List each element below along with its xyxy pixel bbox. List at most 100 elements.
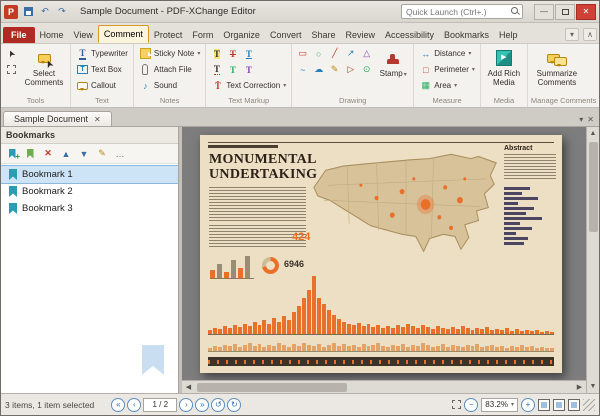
close-document-icon[interactable]: ✕ <box>587 115 594 124</box>
save-icon[interactable] <box>21 5 35 19</box>
vertical-scroll-thumb[interactable] <box>589 142 598 232</box>
distance-button[interactable]: ↔ Distance▾ <box>417 46 477 61</box>
search-icon[interactable] <box>511 7 520 16</box>
tab-view[interactable]: View <box>69 27 98 43</box>
polygon-shape-icon[interactable]: △ <box>359 46 374 61</box>
scroll-left-icon[interactable]: ◀ <box>182 381 195 393</box>
fit-visible-icon[interactable] <box>568 399 580 411</box>
document-tab[interactable]: Sample Document ✕ <box>3 111 112 126</box>
select-comments-button[interactable]: ➤ Select Comments <box>21 46 67 88</box>
first-page-button[interactable]: « <box>111 398 125 412</box>
bookmark-item[interactable]: Bookmark 3 <box>1 200 178 217</box>
tab-home[interactable]: Home <box>35 27 69 43</box>
replace-text-icon[interactable]: T <box>241 62 256 77</box>
snapshot-icon[interactable] <box>4 62 19 77</box>
page-number-field[interactable] <box>143 398 177 412</box>
add-bookmark-icon[interactable]: + <box>4 146 20 162</box>
insert-text-icon[interactable]: T <box>225 62 240 77</box>
edit-bookmark-icon[interactable]: ✎ <box>94 146 110 162</box>
summarize-comments-button[interactable]: Summarize Comments <box>531 46 583 88</box>
zoom-dropdown-icon[interactable]: ▾ <box>511 401 514 408</box>
tab-help[interactable]: Help <box>494 27 523 43</box>
scroll-up-icon[interactable]: ▲ <box>587 127 599 140</box>
vertical-scrollbar[interactable]: ▲ ▼ <box>586 127 599 393</box>
add-rich-media-button[interactable]: ▶ Add Rich Media <box>484 46 524 88</box>
line-shape-icon[interactable]: ╱ <box>327 46 342 61</box>
bookmark-item[interactable]: Bookmark 1 <box>1 166 178 183</box>
fit-page-icon[interactable] <box>538 399 550 411</box>
stamp-button[interactable]: Stamp▾ <box>376 46 410 80</box>
tab-bookmarks[interactable]: Bookmarks <box>439 27 494 43</box>
ribbon-options-icon[interactable]: ▾ <box>565 28 579 41</box>
move-down-icon[interactable]: ▼ <box>76 146 92 162</box>
bookmark-options-icon[interactable]: … <box>112 146 128 162</box>
ellipse-shape-icon[interactable]: ○ <box>311 46 326 61</box>
pan-tool-icon[interactable]: ➤ <box>4 46 19 61</box>
group-label-tools: Tools <box>4 95 67 107</box>
callout-button[interactable]: Callout <box>74 78 130 93</box>
eraser-tool-icon[interactable]: ▷ <box>343 62 358 77</box>
bookmark-item[interactable]: Bookmark 2 <box>1 183 178 200</box>
text-correction-button[interactable]: T̂ Text Correction▾ <box>209 78 288 93</box>
redo-icon[interactable]: ↷ <box>55 5 69 19</box>
text-box-button[interactable]: T Text Box <box>74 62 130 77</box>
fit-width-icon[interactable] <box>553 399 565 411</box>
last-page-button[interactable]: » <box>195 398 209 412</box>
polyline-shape-icon[interactable]: ~ <box>295 62 310 77</box>
tab-protect[interactable]: Protect <box>149 27 188 43</box>
zoom-in-button[interactable]: + <box>521 398 535 412</box>
tab-accessibility[interactable]: Accessibility <box>380 27 439 43</box>
tab-form[interactable]: Form <box>187 27 218 43</box>
sound-button[interactable]: ♪ Sound <box>137 78 202 93</box>
sticky-note-button[interactable]: Sticky Note▾ <box>137 46 202 61</box>
horizontal-scrollbar[interactable]: ◀ ▶ <box>182 380 586 393</box>
pencil-tool-icon[interactable]: ✎ <box>327 62 342 77</box>
area-button[interactable]: ▦ Area▾ <box>417 78 477 93</box>
scroll-down-icon[interactable]: ▼ <box>587 380 599 393</box>
attach-file-button[interactable]: Attach File <box>137 62 202 77</box>
dot-shape-icon[interactable]: ⊙ <box>359 62 374 77</box>
page-paragraph <box>209 187 306 221</box>
highlight-text-icon[interactable]: T <box>209 46 224 61</box>
tab-convert[interactable]: Convert <box>265 27 307 43</box>
maximize-button[interactable] <box>555 4 575 20</box>
minimize-button[interactable]: — <box>534 4 554 20</box>
squiggly-underline-icon[interactable]: T <box>209 62 224 77</box>
delete-bookmark-icon[interactable]: ✕ <box>40 146 56 162</box>
underline-text-icon[interactable]: T <box>241 46 256 61</box>
tab-list-icon[interactable]: ▾ <box>579 115 583 124</box>
snapshot-tool-icon[interactable] <box>452 400 461 409</box>
move-up-icon[interactable]: ▲ <box>58 146 74 162</box>
collapse-ribbon-icon[interactable]: ∧ <box>583 28 597 41</box>
horizontal-scroll-thumb[interactable] <box>197 383 347 392</box>
tab-share[interactable]: Share <box>306 27 340 43</box>
undo-icon[interactable]: ↶ <box>38 5 52 19</box>
document-tab-close-icon[interactable]: ✕ <box>94 115 101 124</box>
next-view-button[interactable]: ↻ <box>227 398 241 412</box>
typewriter-button[interactable]: T Typewriter <box>74 46 130 61</box>
next-page-button[interactable]: › <box>179 398 193 412</box>
scroll-right-icon[interactable]: ▶ <box>573 381 586 393</box>
document-view[interactable]: MONUMENTAL UNDERTAKING 6946 424 43.5% <box>182 127 586 380</box>
quick-launch[interactable] <box>401 4 523 19</box>
zoom-out-button[interactable]: − <box>464 398 478 412</box>
tab-comment[interactable]: Comment <box>98 25 149 43</box>
resize-grip[interactable] <box>583 399 595 411</box>
arrow-shape-icon[interactable]: ↗ <box>343 46 358 61</box>
bookmarks-panel-header: Bookmarks <box>1 127 178 144</box>
add-child-bookmark-icon[interactable] <box>22 146 38 162</box>
previous-view-button[interactable]: ↺ <box>211 398 225 412</box>
quick-launch-input[interactable] <box>404 6 511 18</box>
close-button[interactable]: ✕ <box>576 4 596 20</box>
rectangle-shape-icon[interactable]: ▭ <box>295 46 310 61</box>
tab-file[interactable]: File <box>3 27 35 43</box>
ribbon-group-manage-comments: Summarize Comments Manage Comments <box>528 44 599 107</box>
tab-review[interactable]: Review <box>341 27 381 43</box>
previous-page-button[interactable]: ‹ <box>127 398 141 412</box>
tab-organize[interactable]: Organize <box>218 27 265 43</box>
cloud-shape-icon[interactable]: ☁ <box>311 62 326 77</box>
zoom-level-box[interactable]: 83.2% ▾ <box>481 398 518 412</box>
ribbon-group-drawing: ▭ ○ ╱ ↗ △ ~ ☁ ✎ ▷ ⊙ Stamp▾ <box>292 44 414 107</box>
strikeout-text-icon[interactable]: T <box>225 46 240 61</box>
perimeter-button[interactable]: □ Perimeter▾ <box>417 62 477 77</box>
